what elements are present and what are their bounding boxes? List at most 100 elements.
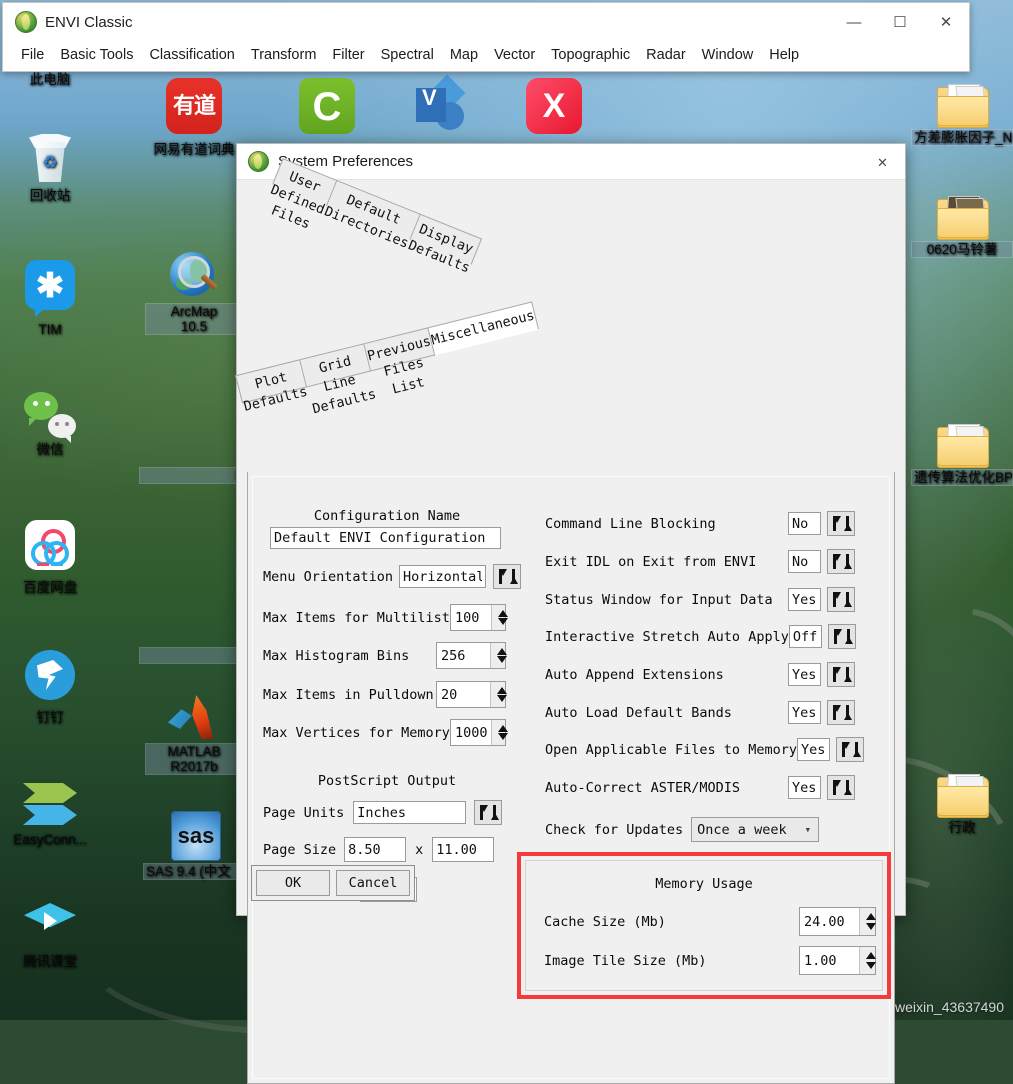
menu-item-radar[interactable]: Radar [638,44,694,66]
stepper-arrows-icon[interactable] [859,947,877,974]
status-window-label: Status Window for Input Data [545,591,773,608]
desktop-icon-visio[interactable]: V [392,74,488,134]
max-histogram-bins-label: Max Histogram Bins [263,647,410,664]
auto-correct-aster-modis-value[interactable] [788,776,821,799]
configuration-name-title: Configuration Name [313,508,461,524]
baidu-netdisk-icon [25,520,75,570]
desktop-icon-xmind[interactable]: X [506,78,602,134]
page-units-value[interactable] [353,801,467,824]
desktop-icon-folder-vif-nni[interactable]: 方差膨胀因子_NNI论文 [911,78,1013,146]
image-tile-size-input[interactable] [800,947,860,974]
menu-item-classification[interactable]: Classification [141,44,242,66]
desktop-icon-sas[interactable]: sas SAS 9.4 (中文（简体）) [143,808,283,880]
menu-orientation-updown-icon[interactable] [493,564,522,589]
max-items-pulldown-input[interactable] [437,682,490,707]
page-units-updown-icon[interactable] [474,800,503,825]
max-items-multilist-stepper[interactable] [449,604,508,631]
desktop-icon-baidu-netdisk[interactable]: 百度网盘 [2,518,98,595]
desktop-icon-camtasia[interactable]: C [279,78,375,134]
interactive-stretch-updown-icon[interactable] [827,624,856,649]
open-applicable-files-value[interactable] [796,738,830,761]
tab-default-directories[interactable]: Default Directories [322,180,422,252]
minimize-button[interactable]: — [831,3,877,41]
youdao-glyph: 有道 [172,93,216,118]
menu-item-filter[interactable]: Filter [324,44,372,66]
menu-item-file[interactable]: File [13,44,52,66]
maximize-button[interactable]: ☐ [877,3,923,41]
menu-item-vector[interactable]: Vector [486,44,543,66]
menu-item-map[interactable]: Map [442,44,486,66]
menu-item-topographic[interactable]: Topographic [543,44,638,66]
cache-size-stepper[interactable] [799,907,877,936]
interactive-stretch-value[interactable] [788,625,822,648]
menu-item-spectral[interactable]: Spectral [373,44,442,66]
image-tile-size-stepper[interactable] [799,946,877,975]
tab-grid-line-defaults[interactable]: Grid Line Defaults [300,343,378,417]
tab-display-defaults[interactable]: Display Defaults [406,214,483,276]
auto-correct-aster-modis-updown-icon[interactable] [827,775,855,800]
max-vertices-memory-stepper[interactable] [449,719,508,746]
cache-size-input[interactable] [800,908,860,935]
cancel-button[interactable]: Cancel [336,870,410,896]
menu-item-help[interactable]: Help [761,44,807,66]
menu-item-window[interactable]: Window [694,44,762,66]
menu-item-basic-tools[interactable]: Basic Tools [52,44,141,66]
max-histogram-bins-stepper[interactable] [436,642,507,669]
max-items-multilist-input[interactable] [450,605,491,630]
desktop-icon-folder-admin[interactable]: 行政 [912,768,1012,835]
folder-icon [937,84,989,128]
exit-idl-value[interactable] [788,550,821,573]
desktop-icon-tim[interactable]: ✱ TIM [2,258,98,337]
folder-icon [937,196,989,240]
tab-panel-inner: Configuration Name Menu Orientation Max … [252,476,891,1079]
status-window-updown-icon[interactable] [827,587,855,612]
dialog-close-icon[interactable]: ✕ [860,144,905,179]
command-line-blocking-updown-icon[interactable] [827,511,855,536]
close-button[interactable]: ✕ [923,3,969,41]
desktop-icon-matlab[interactable]: MATLAB R2017b [145,690,243,775]
desktop-icon-dingtalk[interactable]: 钉钉 [2,648,98,725]
ok-button[interactable]: OK [256,870,330,896]
command-line-blocking-label: Command Line Blocking [545,515,716,532]
auto-load-default-bands-updown-icon[interactable] [827,700,855,725]
tab-plot-defaults[interactable]: Plot Defaults [235,359,309,415]
stepper-arrows-icon[interactable] [859,908,877,935]
page-size-height-input[interactable] [432,837,495,862]
desktop-icon-folder-0620[interactable]: 0620马铃薯 [911,190,1013,258]
menu-item-transform[interactable]: Transform [243,44,325,66]
desktop-icon-this-pc[interactable]: 此电脑 [2,72,98,87]
command-line-blocking-value[interactable] [788,512,821,535]
configuration-name-input[interactable] [270,527,501,549]
stepper-arrows-icon[interactable] [489,682,507,707]
desktop-icon-youdao-dict[interactable]: 有道 网易有道词典 [138,78,250,157]
desktop-icon-tencent-classroom[interactable]: 腾讯课堂 [2,900,98,969]
check-for-updates-select[interactable]: Once a week ▾ [691,817,820,842]
stepper-arrows-icon[interactable] [490,720,508,745]
desktop-icon-arcgis-pro[interactable] [146,400,242,440]
desktop-icon-label: 遗传算法优化BP网络 [911,469,1013,486]
postscript-output-title: PostScript Output [317,773,457,789]
exit-idl-updown-icon[interactable] [827,549,855,574]
max-items-pulldown-stepper[interactable] [436,681,507,708]
auto-append-extensions-updown-icon[interactable] [827,662,855,687]
open-applicable-files-updown-icon[interactable] [835,737,864,762]
max-histogram-bins-input[interactable] [437,643,490,668]
desktop-icon-easyconnect[interactable]: EasyConn... [0,778,100,847]
auto-load-default-bands-value[interactable] [788,701,821,724]
desktop-icon-recycle-bin[interactable]: ♻ 回收站 [2,130,98,203]
desktop-icon-wechat[interactable]: 微信 [2,388,98,457]
folder-icon [937,424,989,468]
desktop-icon-arcmap[interactable]: ArcMap 10.5 [145,248,243,335]
max-vertices-memory-input[interactable] [450,720,491,745]
page-size-label: Page Size [263,841,337,858]
stepper-arrows-icon[interactable] [489,643,507,668]
menu-orientation-value[interactable] [399,565,487,588]
desktop-icon-label: MATLAB R2017b [145,743,243,775]
status-window-value[interactable] [788,588,821,611]
dialog-button-bar: OK Cancel [251,865,415,901]
stepper-arrows-icon[interactable] [490,605,508,630]
auto-append-extensions-value[interactable] [788,663,821,686]
page-size-width-input[interactable] [344,837,407,862]
tencent-classroom-icon [24,903,76,951]
desktop-icon-folder-ga-bp[interactable]: 遗传算法优化BP网络 [911,418,1013,486]
